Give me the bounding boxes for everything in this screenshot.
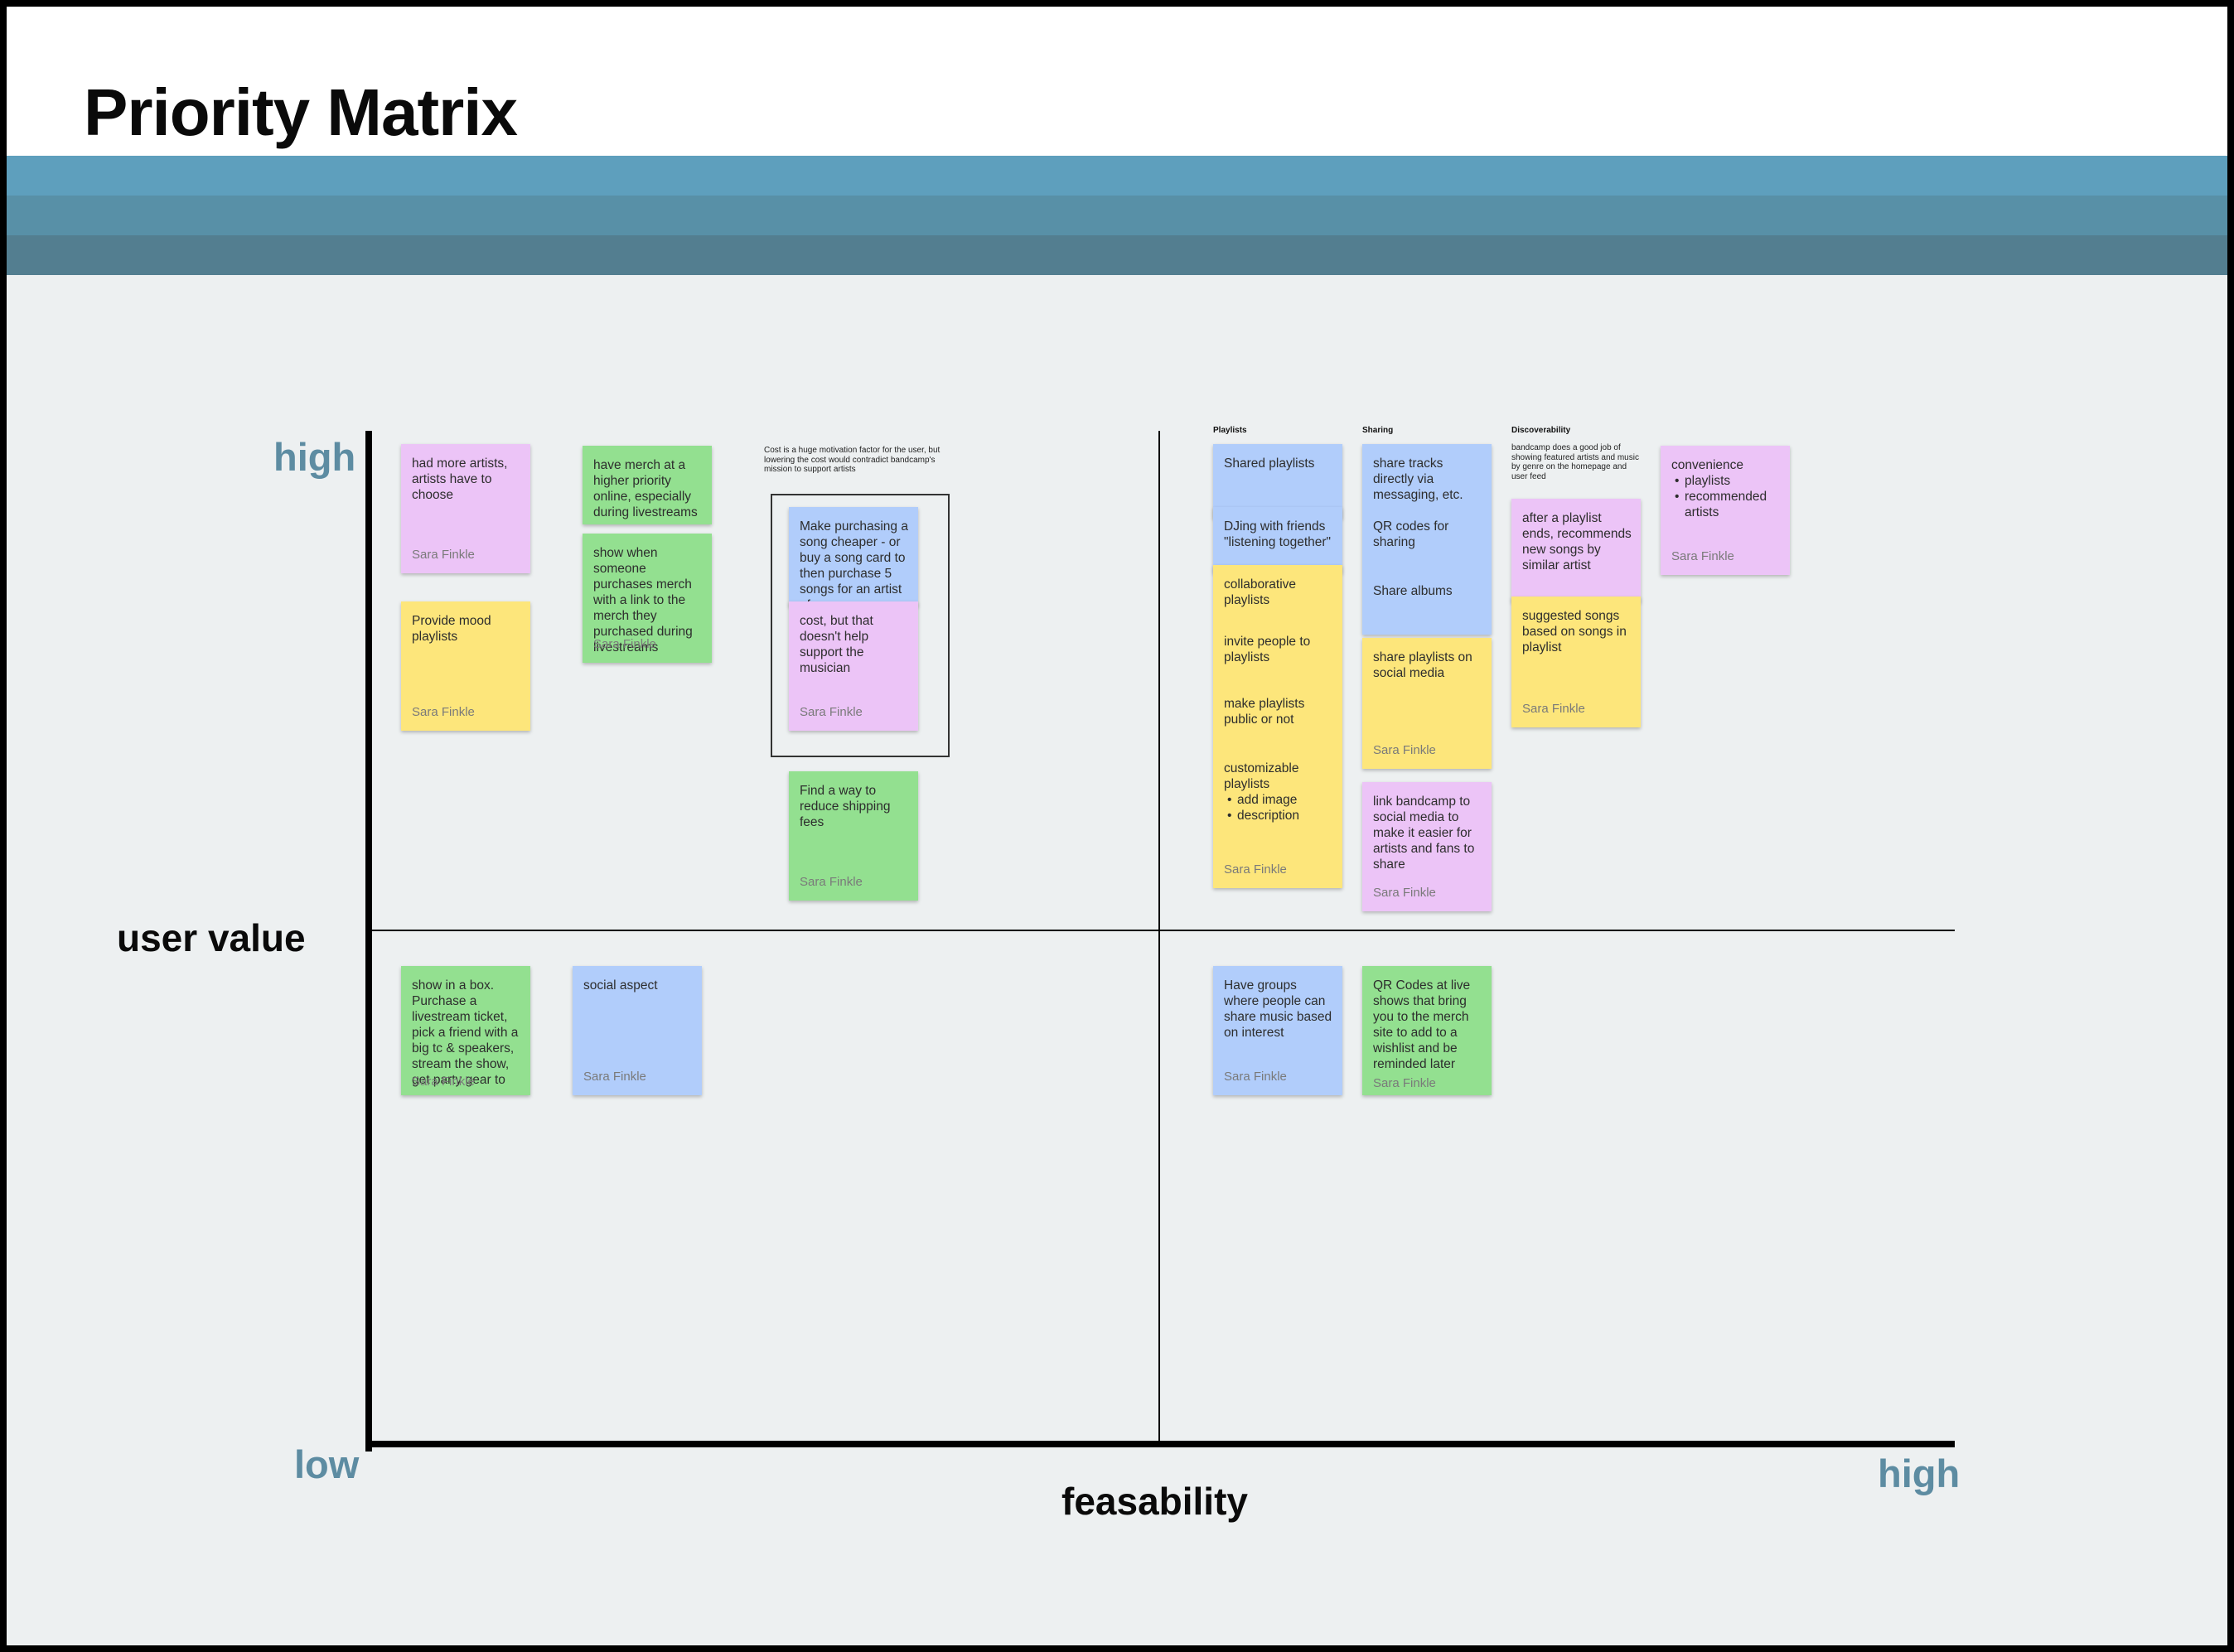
note-bullets: add image description — [1224, 792, 1337, 824]
header: Priority Matrix — [7, 7, 2227, 156]
note-text: link bandcamp to social media to make it… — [1373, 795, 1475, 872]
note-text: Provide mood playlists — [412, 614, 491, 644]
note-bullets: playlists recommended artists — [1671, 473, 1782, 520]
x-axis-low-label: low — [294, 1442, 360, 1486]
sticky-note[interactable]: have merch at a higher priority online, … — [583, 446, 712, 524]
comment-cost: Cost is a huge motivation factor for the… — [764, 446, 941, 474]
sticky-note[interactable]: DJing with friends "listening together" — [1213, 507, 1342, 573]
note-author: Sara Finkle — [583, 1070, 646, 1084]
bullet-item: recommended artists — [1675, 489, 1782, 520]
note-text: Shared playlists — [1224, 456, 1315, 471]
note-author: Sara Finkle — [1522, 702, 1585, 716]
note-text: after a playlist ends, recommends new so… — [1522, 511, 1632, 572]
note-author: Sara Finkle — [1671, 549, 1734, 563]
note-text: have merch at a higher priority online, … — [593, 458, 698, 519]
note-text: share playlists on social media — [1373, 650, 1472, 680]
note-text: convenience — [1671, 458, 1744, 472]
sticky-note[interactable]: suggested songs based on songs in playli… — [1511, 597, 1641, 727]
bullet-item: playlists — [1675, 473, 1782, 489]
note-text: invite people to playlists — [1224, 635, 1311, 664]
sticky-note[interactable]: after a playlist ends, recommends new so… — [1511, 499, 1641, 602]
note-text: cost, but that doesn't help support the … — [800, 614, 873, 675]
note-text: DJing with friends "listening together" — [1224, 519, 1332, 549]
sticky-note[interactable]: had more artists, artists have to choose… — [401, 444, 530, 573]
cluster-heading-playlists: Playlists — [1213, 426, 1247, 435]
cluster-heading-sharing: Sharing — [1362, 426, 1394, 435]
y-axis-high-label: high — [273, 435, 356, 479]
header-band-middle — [7, 196, 2227, 235]
sticky-note[interactable]: link bandcamp to social media to make it… — [1362, 782, 1492, 911]
note-author: Sara Finkle — [1224, 862, 1287, 877]
sticky-note[interactable]: convenience playlists recommended artist… — [1661, 446, 1790, 575]
note-text: Find a way to reduce shipping fees — [800, 784, 891, 829]
note-text: Have groups where people can share music… — [1224, 978, 1332, 1040]
note-author: Sara Finkle — [1373, 1076, 1436, 1090]
note-text: customizable playlists — [1224, 761, 1299, 791]
cluster-heading-discoverability: Discoverability — [1511, 426, 1571, 435]
note-text: share tracks directly via messaging, etc… — [1373, 456, 1463, 502]
sticky-note[interactable]: QR Codes at live shows that bring you to… — [1362, 966, 1492, 1095]
sticky-note[interactable]: collaborative playlists invite people to… — [1213, 565, 1342, 888]
sticky-note[interactable]: share playlists on social media Sara Fin… — [1362, 638, 1492, 769]
sticky-note[interactable]: social aspect Sara Finkle — [573, 966, 702, 1095]
note-author: Sara Finkle — [1373, 743, 1436, 757]
sticky-note[interactable]: show when someone purchases merch with a… — [583, 534, 712, 663]
note-customizable: customizable playlists add image descrip… — [1224, 761, 1337, 824]
quadrant-divider-horizontal — [369, 930, 1955, 931]
note-author: Sara Finkle — [412, 1075, 475, 1089]
note-text: Share albums — [1373, 584, 1453, 598]
y-axis-line — [365, 431, 372, 1452]
note-text: show in a box. Purchase a livestream tic… — [412, 978, 519, 1087]
note-author: Sara Finkle — [412, 705, 475, 719]
sticky-note[interactable]: Make purchasing a song cheaper - or buy … — [789, 507, 918, 606]
sticky-note[interactable]: Provide mood playlists Sara Finkle — [401, 601, 530, 731]
note-text: QR codes for sharing — [1373, 519, 1449, 549]
page-title: Priority Matrix — [84, 75, 518, 149]
note-text: suggested songs based on songs in playli… — [1522, 609, 1627, 655]
x-axis-high-label: high — [1878, 1452, 1961, 1495]
note-author: Sara Finkle — [593, 637, 656, 651]
sticky-note[interactable]: Find a way to reduce shipping fees Sara … — [789, 771, 918, 901]
header-band-bottom — [7, 235, 2227, 275]
note-author: Sara Finkle — [1373, 886, 1436, 900]
x-axis-title: feasability — [1061, 1480, 1248, 1523]
header-band-top — [7, 156, 2227, 196]
comment-discoverability: bandcamp does a good job of showing feat… — [1511, 443, 1639, 481]
canvas: Priority Matrix high user value low feas… — [7, 7, 2227, 1645]
note-text: collaborative playlists — [1224, 577, 1297, 607]
note-text: make playlists public or not — [1224, 697, 1305, 727]
sticky-note[interactable]: share tracks directly via messaging, etc… — [1362, 444, 1492, 635]
bullet-item: description — [1227, 808, 1337, 824]
bullet-item: add image — [1227, 792, 1337, 808]
note-text: Make purchasing a song cheaper - or buy … — [800, 519, 908, 606]
y-axis-title: user value — [117, 916, 306, 959]
x-axis-line — [365, 1441, 1955, 1447]
note-author: Sara Finkle — [412, 548, 475, 562]
note-text: had more artists, artists have to choose — [412, 456, 508, 502]
quadrant-divider-vertical — [1158, 431, 1160, 1444]
note-author: Sara Finkle — [800, 705, 863, 719]
sticky-note[interactable]: cost, but that doesn't help support the … — [789, 601, 918, 731]
sticky-note[interactable]: show in a box. Purchase a livestream tic… — [401, 966, 530, 1095]
sticky-note[interactable]: Have groups where people can share music… — [1213, 966, 1342, 1095]
note-author: Sara Finkle — [1224, 1070, 1287, 1084]
note-text: QR Codes at live shows that bring you to… — [1373, 978, 1471, 1071]
note-text: social aspect — [583, 978, 658, 993]
note-author: Sara Finkle — [800, 875, 863, 889]
